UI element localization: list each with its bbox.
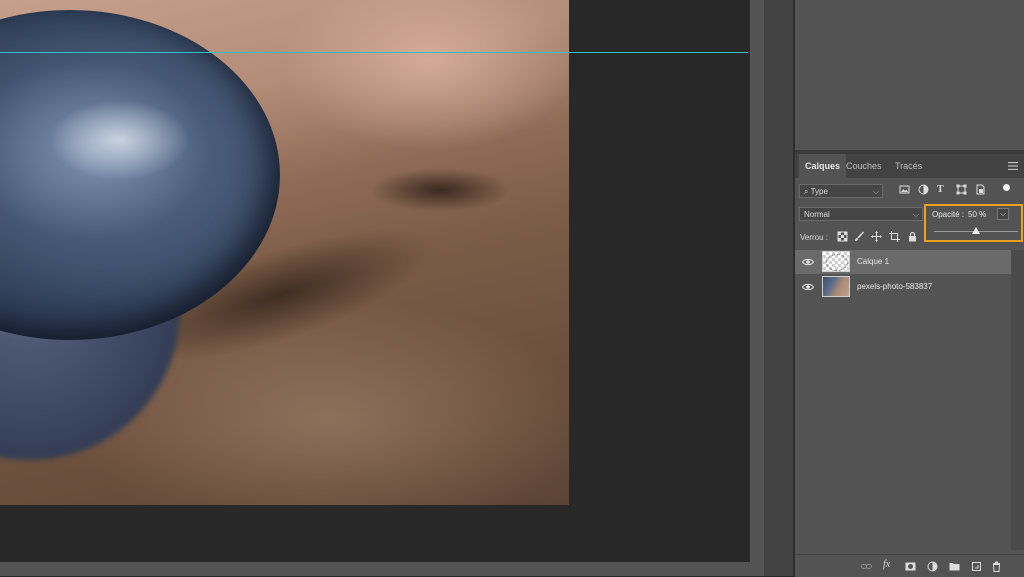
horizontal-scrollbar[interactable] [0,562,764,576]
layer-row[interactable]: pexels-photo-583837 [795,275,1011,299]
opacity-input[interactable]: 50 % [968,209,990,221]
chevron-down-icon: ⌵ [872,187,879,196]
filter-toggle-icon[interactable] [1001,182,1012,193]
layer-thumbnail[interactable] [822,276,850,297]
layer-row[interactable]: Calque 1 [795,250,1011,274]
mask-icon[interactable] [905,561,916,572]
layers-panel: Calques Couches Tracés ⌕ Type ⌵ T Normal… [795,0,1024,577]
layer-filter-value: Type [810,187,828,196]
layer-name[interactable]: pexels-photo-583837 [857,275,932,299]
shape-filter-icon[interactable] [956,184,967,195]
tab-couches[interactable]: Couches [840,154,888,178]
new-group-icon[interactable] [949,561,960,572]
panel-tabs: Calques Couches Tracés [795,154,1024,178]
opacity-dropdown-button[interactable]: ⌵ [997,208,1009,220]
panel-dock-strip [764,0,794,576]
smartobject-filter-icon[interactable] [975,184,986,195]
chevron-down-icon: ⌵ [1000,209,1007,218]
layers-bottom-bar: fx [795,554,1024,577]
upper-panel [795,0,1024,150]
lock-artboard-icon[interactable] [889,231,900,242]
vertical-scrollbar[interactable] [750,0,764,562]
layer-thumbnail[interactable] [822,251,850,272]
delete-icon[interactable] [991,561,1002,572]
eye-icon[interactable] [802,283,814,291]
layers-scrollbar[interactable] [1011,250,1024,550]
blend-mode-select[interactable]: Normal ⌵ [799,207,923,221]
chevron-down-icon: ⌵ [912,210,919,219]
new-layer-icon[interactable] [971,561,982,572]
lock-all-icon[interactable] [907,231,918,242]
type-filter-icon[interactable]: T [937,184,948,195]
opacity-label: Opacité : [932,210,965,219]
image-filter-icon[interactable] [899,184,910,195]
panel-menu-icon[interactable] [1008,162,1018,170]
eye-icon[interactable] [802,258,814,266]
lock-paint-icon[interactable] [854,231,865,242]
adjustment-layer-icon[interactable] [927,561,938,572]
fx-icon[interactable]: fx [883,559,894,570]
blend-mode-value: Normal [804,210,830,219]
document-image[interactable] [0,0,569,505]
adjustment-filter-icon[interactable] [918,184,929,195]
layer-filter-select[interactable]: ⌕ Type ⌵ [799,184,883,198]
search-icon: ⌕ [804,187,809,196]
layer-name[interactable]: Calque 1 [857,250,889,274]
lock-label: Verrou : [800,233,829,242]
opacity-control: Opacité : 50 % ⌵ [924,204,1023,242]
tab-traces[interactable]: Tracés [889,154,928,178]
tab-calques[interactable]: Calques [799,154,847,178]
link-layers-icon[interactable] [861,561,872,572]
lock-position-icon[interactable] [871,231,882,242]
canvas-area[interactable] [0,0,750,562]
lock-transparent-icon[interactable] [837,231,848,242]
opacity-slider-thumb[interactable] [972,227,980,234]
guide-line[interactable] [0,52,748,53]
